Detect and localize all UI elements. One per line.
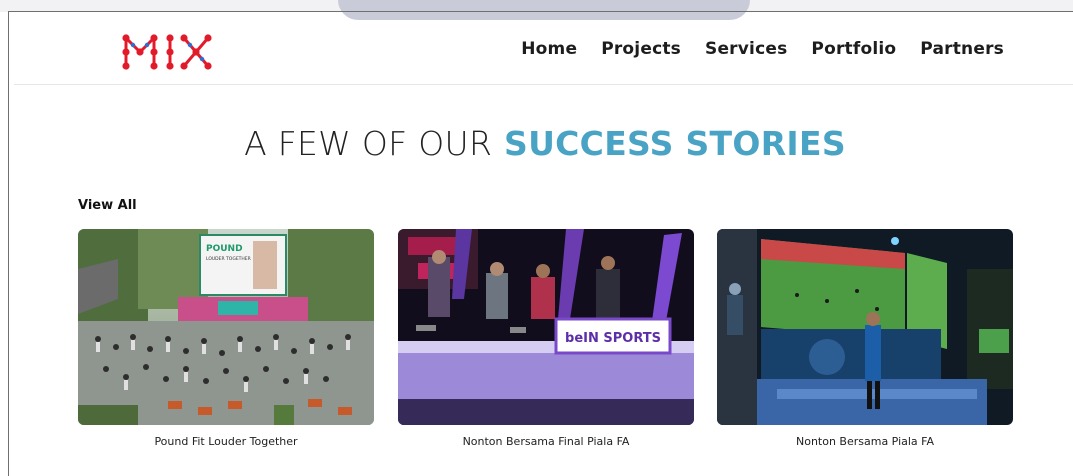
nav-portfolio[interactable]: Portfolio [811,39,896,59]
story-card-pound-fit[interactable]: POUND LOUDER TOGETHER Pound Fit Louder T… [78,229,374,448]
nav-home[interactable]: Home [521,39,577,59]
frame-border-left [8,11,9,476]
nav-services[interactable]: Services [705,39,787,59]
view-all-link[interactable]: View All [78,198,137,213]
nav-projects[interactable]: Projects [601,39,681,59]
story-image-final-fa[interactable]: beIN SPORTS [398,229,694,425]
bein-sign-text: beIN SPORTS [565,331,661,346]
section-title-accent: SUCCESS STORIES [504,124,846,163]
story-caption: Nonton Bersama Piala FA [795,435,935,448]
story-card-piala-fa[interactable]: Nonton Bersama Piala FA [717,229,1013,448]
screen-text-pound: POUND [206,244,243,254]
story-image-pound-fit[interactable]: POUND LOUDER TOGETHER [78,229,374,425]
story-caption: Nonton Bersama Final Piala FA [462,435,630,448]
section-title: A FEW OF OUR SUCCESS STORIES [0,124,1073,163]
story-card-final-fa[interactable]: beIN SPORTS Nonton Bersama Final Piala F… [398,229,694,448]
main-nav: Home Projects Services Portfolio Partner… [521,39,1004,59]
nav-partners[interactable]: Partners [920,39,1004,59]
story-caption: Pound Fit Louder Together [154,435,298,448]
section-title-light: A FEW OF OUR [244,124,493,163]
story-image-piala-fa[interactable] [717,229,1013,425]
site-header: Home Projects Services Portfolio Partner… [14,12,1073,85]
screen-text-louder: LOUDER TOGETHER [206,256,251,262]
mix-logo[interactable] [122,34,212,70]
